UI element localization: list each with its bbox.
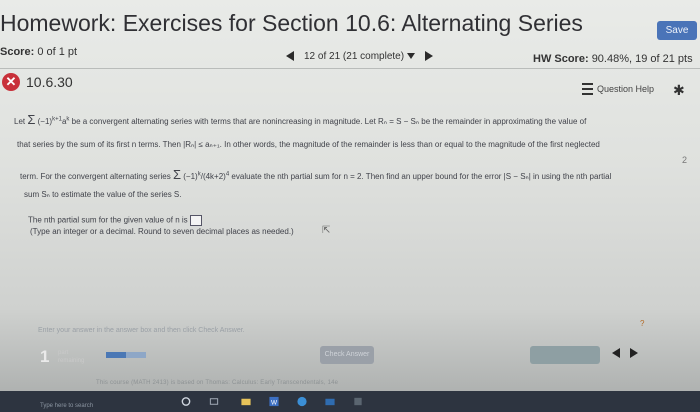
- parts-sub2: remaining: [58, 358, 85, 364]
- problem-text-1: be a convergent alternating series with …: [71, 117, 587, 126]
- action-button[interactable]: [530, 346, 600, 364]
- gear-icon[interactable]: ✱: [673, 82, 685, 99]
- pager: [612, 348, 638, 358]
- check-answer-button[interactable]: Check Answer: [320, 346, 374, 364]
- next-question-icon[interactable]: [425, 51, 434, 61]
- problem-line-3: term. For the convergent alternating ser…: [20, 167, 611, 182]
- question-nav: 12 of 21 (21 complete): [286, 48, 434, 64]
- answer-prompt-line: The nth partial sum for the given value …: [28, 215, 202, 226]
- taskbar-search[interactable]: Type here to search: [40, 403, 93, 409]
- word-icon[interactable]: W: [268, 396, 280, 407]
- score-value: 0 of 1 pt: [37, 46, 78, 58]
- question-number: 10.6.30: [26, 74, 73, 90]
- sigma-symbol-2: Σ: [172, 167, 182, 182]
- store-icon[interactable]: [352, 396, 364, 407]
- sigma-symbol: Σ: [27, 112, 36, 127]
- answer-area: Enter your answer in the answer box and …: [0, 319, 700, 382]
- question-id: ✕ 10.6.30: [2, 73, 73, 91]
- previous-question-icon[interactable]: [286, 51, 294, 61]
- pager-previous-icon[interactable]: [612, 348, 620, 358]
- mouse-cursor-icon: ⇱: [322, 225, 331, 236]
- score-label: Score:: [0, 46, 35, 58]
- answer-hint: Enter your answer in the answer box and …: [38, 327, 245, 334]
- taskbar: Type here to search W: [0, 391, 700, 412]
- svg-text:W: W: [271, 399, 278, 406]
- answer-instructions: (Type an integer or a decimal. Round to …: [30, 227, 294, 236]
- question-selector[interactable]: 12 of 21 (21 complete): [300, 51, 419, 62]
- score-display: Score: 0 of 1 pt: [0, 46, 77, 58]
- page-title: Homework: Exercises for Section 10.6: Al…: [0, 10, 583, 36]
- let-label: Let: [14, 117, 26, 126]
- question-help-button[interactable]: Question Help: [582, 82, 654, 96]
- answer-prompt: The nth partial sum for the given value …: [28, 215, 188, 225]
- side-number: 2: [682, 155, 688, 165]
- header-divider: [0, 68, 700, 69]
- chevron-down-icon: [407, 52, 416, 59]
- save-button[interactable]: Save: [657, 21, 697, 40]
- parts-sub1: part: [58, 350, 69, 356]
- series-fraction: (−1)k/(4k+2)4: [183, 171, 230, 181]
- problem-statement: Let Σ (−1)k+1ak be a convergent alternat…: [0, 100, 700, 210]
- homework-page: Homework: Exercises for Section 10.6: Al…: [0, 0, 700, 412]
- parts-progress-bar: [106, 352, 146, 358]
- parts-remaining-count: 1: [40, 347, 50, 366]
- file-explorer-icon[interactable]: [240, 396, 252, 407]
- mail-icon[interactable]: [324, 396, 336, 407]
- course-footer: This course (MATH 2413) is based on Thom…: [96, 380, 339, 386]
- task-view-icon[interactable]: [208, 396, 220, 407]
- hw-score-label: HW Score:: [533, 53, 589, 65]
- question-selector-label: 12 of 21 (21 complete): [304, 50, 405, 62]
- question-mark-icon: ?: [640, 319, 645, 328]
- question-help-label: Question Help: [597, 84, 655, 94]
- parts-progress-fill: [106, 352, 126, 358]
- series-term: (−1)k+1ak: [37, 116, 70, 126]
- header-bar: Homework: Exercises for Section 10.6: Al…: [0, 0, 700, 44]
- answer-input[interactable]: [189, 215, 202, 226]
- list-icon: [582, 83, 593, 95]
- problem-text-3: evaluate the nth partial sum for n = 2. …: [231, 172, 612, 181]
- hw-score-display: HW Score: 90.48%, 19 of 21 pts: [533, 53, 693, 65]
- hw-score-value: 90.48%, 19 of 21 pts: [591, 53, 693, 65]
- problem-line-4: sum Sₙ to estimate the value of the seri…: [24, 190, 182, 199]
- problem-text-3-prefix: term. For the convergent alternating ser…: [20, 172, 171, 181]
- problem-line-1: Let Σ (−1)k+1ak be a convergent alternat…: [14, 112, 586, 127]
- problem-line-2: that series by the sum of its first n te…: [17, 140, 600, 149]
- parts-remaining-label: part remaining: [58, 349, 84, 365]
- cortana-icon[interactable]: [180, 396, 192, 407]
- pager-next-icon[interactable]: [630, 348, 638, 358]
- browser-icon[interactable]: [296, 396, 308, 407]
- incorrect-icon: ✕: [2, 73, 20, 91]
